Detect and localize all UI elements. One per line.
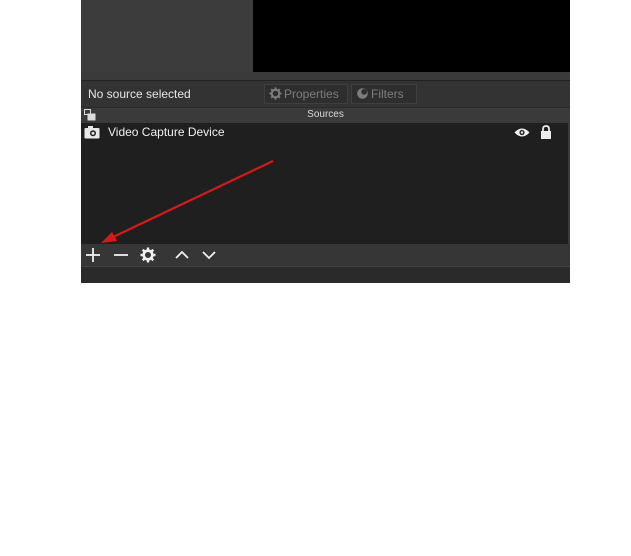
eye-icon[interactable] [514,127,530,138]
sources-list[interactable]: Video Capture Device [81,123,568,244]
bottom-strip [81,266,570,283]
obs-window: No source selected Properties Filters So… [81,0,570,283]
list-scrollbar[interactable] [568,123,570,244]
move-up-icon[interactable] [174,247,190,263]
gear-icon[interactable] [140,247,156,263]
filters-label: Filters [371,87,404,101]
properties-button[interactable]: Properties [264,84,348,104]
sources-toolbar [81,244,570,266]
sources-dock-header: Sources [81,107,570,123]
preview-canvas [253,0,570,72]
panel-divider [81,72,570,80]
move-down-icon[interactable] [201,247,217,263]
list-item[interactable]: Video Capture Device [81,124,568,141]
filters-button[interactable]: Filters [351,84,417,104]
source-name: Video Capture Device [108,125,225,139]
selection-status: No source selected [88,87,191,101]
add-icon[interactable] [85,247,101,263]
sources-title: Sources [307,109,344,120]
gear-icon [269,87,282,100]
filters-icon [357,88,368,99]
camera-icon [84,126,100,139]
context-bar: No source selected Properties Filters [81,80,570,107]
properties-label: Properties [284,87,339,101]
remove-icon[interactable] [113,247,129,263]
lock-icon[interactable] [540,125,552,139]
preview-background [81,0,253,72]
